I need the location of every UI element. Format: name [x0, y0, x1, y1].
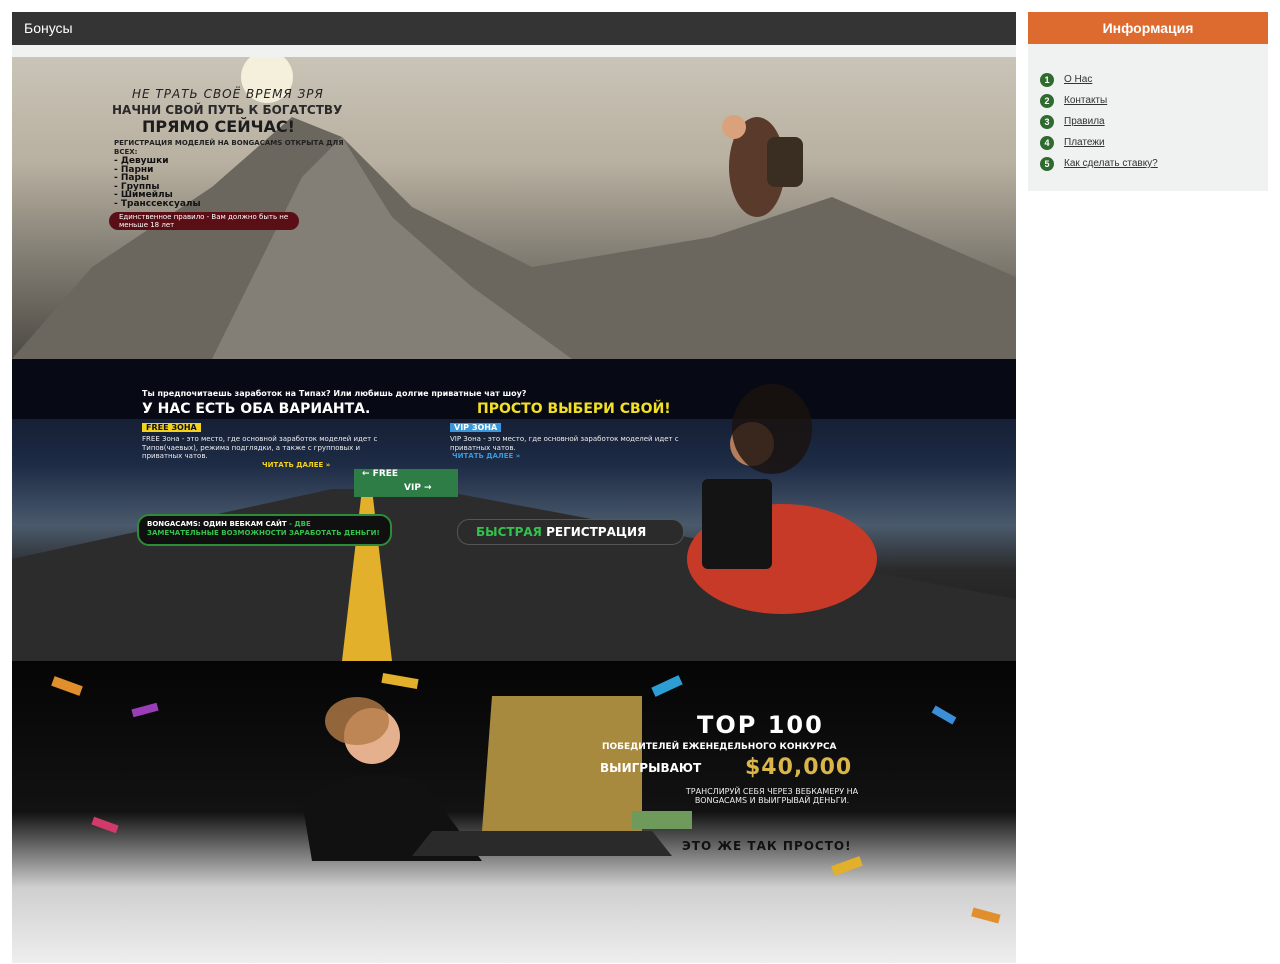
sidebar-link-how-to-bet[interactable]: Как сделать ставку?: [1064, 158, 1158, 169]
bonus-banner-mountain[interactable]: НЕ ТРАТЬ СВОЁ ВРЕМЯ ЗРЯ НАЧНИ СВОЙ ПУТЬ …: [12, 57, 1016, 359]
bongacams-promo-a: BONGACAMS: ОДИН ВЕБКАМ САЙТ: [147, 520, 287, 528]
banner2-headline-a: У НАС ЕСТЬ ОБА ВАРИАНТА.: [142, 401, 371, 417]
registration-label-b: РЕГИСТРАЦИЯ: [546, 525, 647, 539]
sidebar-link-rules[interactable]: Правила: [1064, 116, 1105, 127]
banner3-win: ВЫИГРЫВАЮТ: [600, 761, 702, 775]
banner1-list: - Девушки - Парни - Пары - Группы - Шиме…: [114, 157, 201, 208]
banner3-desc: ТРАНСЛИРУЙ СЕБЯ ЧЕРЕЗ ВЕБКАМЕРУ НА BONGA…: [685, 787, 859, 805]
banner1-line3: ПРЯМО СЕЙЧАС!: [142, 117, 295, 136]
number-badge: 2: [1040, 93, 1054, 108]
banner3-easy: ЭТО ЖЕ ТАК ПРОСТО!: [682, 839, 852, 853]
main-content: Бонусы НЕ ТРАТЬ СВОЁ ВРЕМЯ ЗРЯ НАЧНИ СВО…: [12, 12, 1016, 963]
vip-zone-text: VIP Зона - это место, где основной зараб…: [450, 435, 679, 452]
vip-zone-label: VIP ЗОНА: [450, 423, 502, 432]
vip-zone-more-link[interactable]: ЧИТАТЬ ДАЛЕЕ »: [452, 452, 520, 460]
sidebar-menu: 1 О Нас 2 Контакты 3 Правила 4 Платежи 5…: [1028, 44, 1268, 174]
bonus-banner-top100[interactable]: TOP 100 ПОБЕДИТЕЛЕЙ ЕЖЕНЕДЕЛЬНОГО КОНКУР…: [12, 661, 1016, 963]
header-spacer: [12, 45, 1016, 57]
bongacams-promo-box: BONGACAMS: ОДИН ВЕБКАМ САЙТ - ДВЕ ЗАМЕЧА…: [137, 514, 392, 546]
sidebar-link-payments[interactable]: Платежи: [1064, 137, 1105, 148]
page-title: Бонусы: [12, 12, 1016, 45]
laptop-illustration: [51, 672, 1001, 924]
sidebar-item-rules[interactable]: 3 Правила: [1040, 111, 1268, 132]
bonus-banner-road[interactable]: Ты предпочитаешь заработок на Типах? Или…: [12, 359, 1016, 661]
quick-registration-button[interactable]: БЫСТРАЯ РЕГИСТРАЦИЯ: [457, 519, 684, 545]
number-badge: 4: [1040, 135, 1054, 150]
sidebar-item-contacts[interactable]: 2 Контакты: [1040, 90, 1268, 111]
road-sign-vip: VIP →: [354, 483, 458, 497]
number-badge: 3: [1040, 114, 1054, 129]
number-badge: 1: [1040, 72, 1054, 87]
registration-label-a: БЫСТРАЯ: [476, 525, 542, 539]
banner1-line1: НЕ ТРАТЬ СВОЁ ВРЕМЯ ЗРЯ: [132, 87, 324, 101]
sidebar-link-about[interactable]: О Нас: [1064, 74, 1092, 85]
sidebar-title: Информация: [1028, 12, 1268, 44]
free-zone-more-link[interactable]: ЧИТАТЬ ДАЛЕЕ »: [262, 461, 330, 469]
number-badge: 5: [1040, 156, 1054, 171]
banner1-rule: Единственное правило - Вам должно быть н…: [109, 212, 299, 230]
free-zone-label: FREE ЗОНА: [142, 423, 201, 432]
banner3-amount: $40,000: [745, 755, 853, 780]
info-sidebar: Информация 1 О Нас 2 Контакты 3 Правила …: [1028, 12, 1268, 191]
sidebar-item-how-to-bet[interactable]: 5 Как сделать ставку?: [1040, 153, 1268, 174]
banner2-question: Ты предпочитаешь заработок на Типах? Или…: [142, 389, 527, 398]
banner1-line2: НАЧНИ СВОЙ ПУТЬ К БОГАТСТВУ: [112, 103, 343, 117]
banner1-intro: РЕГИСТРАЦИЯ МОДЕЛЕЙ НА BONGACAMS ОТКРЫТА…: [114, 139, 344, 156]
banner3-top: TOP 100: [697, 711, 824, 739]
sidebar-item-payments[interactable]: 4 Платежи: [1040, 132, 1268, 153]
banner2-headline-b: ПРОСТО ВЫБЕРИ СВОЙ!: [477, 401, 671, 417]
banner3-sub: ПОБЕДИТЕЛЕЙ ЕЖЕНЕДЕЛЬНОГО КОНКУРСА: [602, 742, 837, 752]
sidebar-item-about[interactable]: 1 О Нас: [1040, 69, 1268, 90]
free-zone-text: FREE Зона - это место, где основной зара…: [142, 435, 378, 460]
sidebar-link-contacts[interactable]: Контакты: [1064, 95, 1107, 106]
road-sign-free: ← FREE: [354, 469, 458, 483]
list-item: - Транссексуалы: [114, 198, 201, 209]
